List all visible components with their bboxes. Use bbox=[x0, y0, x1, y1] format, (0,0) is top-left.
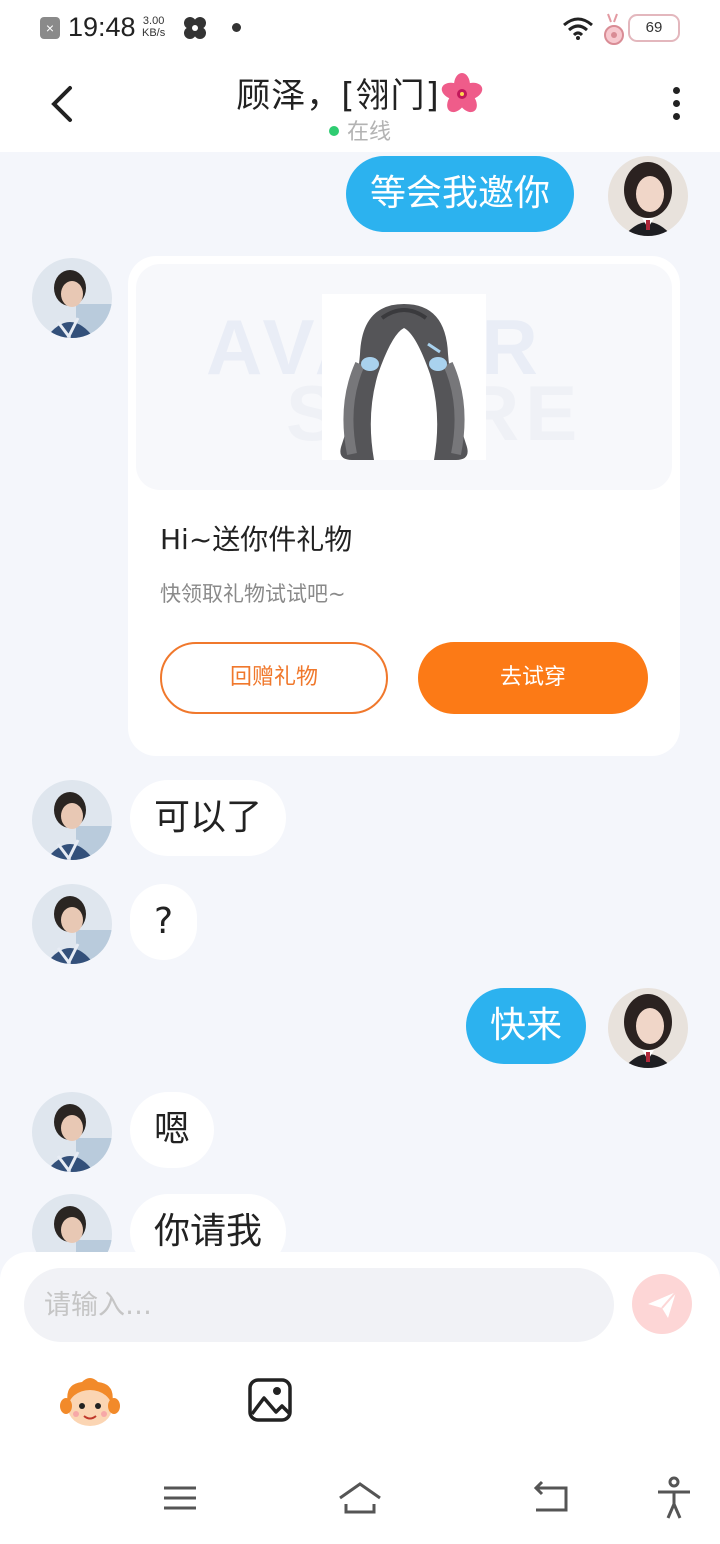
contact-name: 顾泽，[翎门] bbox=[236, 76, 440, 116]
twin-tail-wig-icon bbox=[322, 294, 486, 460]
my-avatar[interactable] bbox=[608, 156, 688, 236]
try-on-button[interactable]: 去试穿 bbox=[418, 642, 648, 714]
network-speed-unit: KB/s bbox=[142, 27, 166, 39]
menu-icon[interactable] bbox=[158, 1476, 202, 1520]
more-options-icon[interactable] bbox=[660, 84, 692, 124]
gift-card[interactable]: AVATAR STORE Hi~送你件礼物 快领取礼物试试吧~ 回赠礼物 去试穿 bbox=[128, 256, 680, 756]
image-icon[interactable] bbox=[246, 1376, 294, 1424]
hibiscus-emoji-icon bbox=[441, 73, 483, 113]
emoji-mascot-icon[interactable] bbox=[60, 1374, 120, 1430]
message-input[interactable] bbox=[24, 1268, 614, 1342]
notification-dot-icon bbox=[232, 23, 241, 32]
send-button[interactable] bbox=[632, 1274, 692, 1334]
contact-avatar[interactable] bbox=[32, 1092, 112, 1172]
chat-header: 顾泽，[翎门] 在线 bbox=[0, 56, 720, 152]
status-time: 19:48 bbox=[68, 12, 136, 42]
message-bubble-received[interactable]: ? bbox=[130, 884, 198, 960]
system-navigation-bar bbox=[0, 1460, 720, 1544]
wifi-icon bbox=[563, 17, 593, 40]
online-status-label: 在线 bbox=[346, 120, 391, 145]
message-bubble-mine[interactable]: 快来 bbox=[466, 988, 587, 1064]
network-speed: 3.00 KB/s bbox=[142, 15, 165, 39]
return-gift-button[interactable]: 回赠礼物 bbox=[160, 642, 388, 714]
contact-avatar[interactable] bbox=[32, 780, 112, 860]
notification-close-icon: × bbox=[40, 17, 60, 39]
status-bar: × 19:48 3.00 KB/s 69 bbox=[0, 0, 720, 56]
battery-indicator: 69 bbox=[628, 14, 680, 42]
message-bubble-mine[interactable]: 等会我邀你 bbox=[346, 156, 575, 232]
message-bubble-received[interactable]: 你请我 bbox=[130, 1194, 287, 1252]
gift-image: AVATAR STORE bbox=[136, 264, 672, 490]
message-list: 等会我邀你 AVATAR STORE Hi~送你件礼物 快领取礼物试试吧~ 回赠… bbox=[0, 152, 720, 1252]
fan-icon bbox=[184, 17, 206, 39]
online-status: 在线 bbox=[0, 114, 720, 146]
contact-avatar[interactable] bbox=[32, 1194, 112, 1252]
back-icon[interactable] bbox=[528, 1476, 572, 1520]
gift-subtitle: 快领取礼物试试吧~ bbox=[160, 582, 346, 606]
contact-avatar[interactable] bbox=[32, 258, 112, 338]
online-dot-icon bbox=[328, 126, 339, 136]
paper-plane-icon bbox=[648, 1291, 677, 1318]
mood-status-icon bbox=[604, 13, 624, 45]
message-bubble-received[interactable]: 嗯 bbox=[130, 1092, 215, 1168]
gift-title: Hi~送你件礼物 bbox=[160, 523, 353, 556]
contact-title: 顾泽，[翎门] bbox=[0, 68, 720, 117]
message-bubble-received[interactable]: 可以了 bbox=[130, 780, 287, 856]
contact-avatar[interactable] bbox=[32, 884, 112, 964]
network-speed-value: 3.00 bbox=[142, 15, 165, 27]
home-icon[interactable] bbox=[338, 1476, 382, 1520]
accessibility-icon[interactable] bbox=[652, 1476, 696, 1520]
my-avatar[interactable] bbox=[608, 988, 688, 1068]
